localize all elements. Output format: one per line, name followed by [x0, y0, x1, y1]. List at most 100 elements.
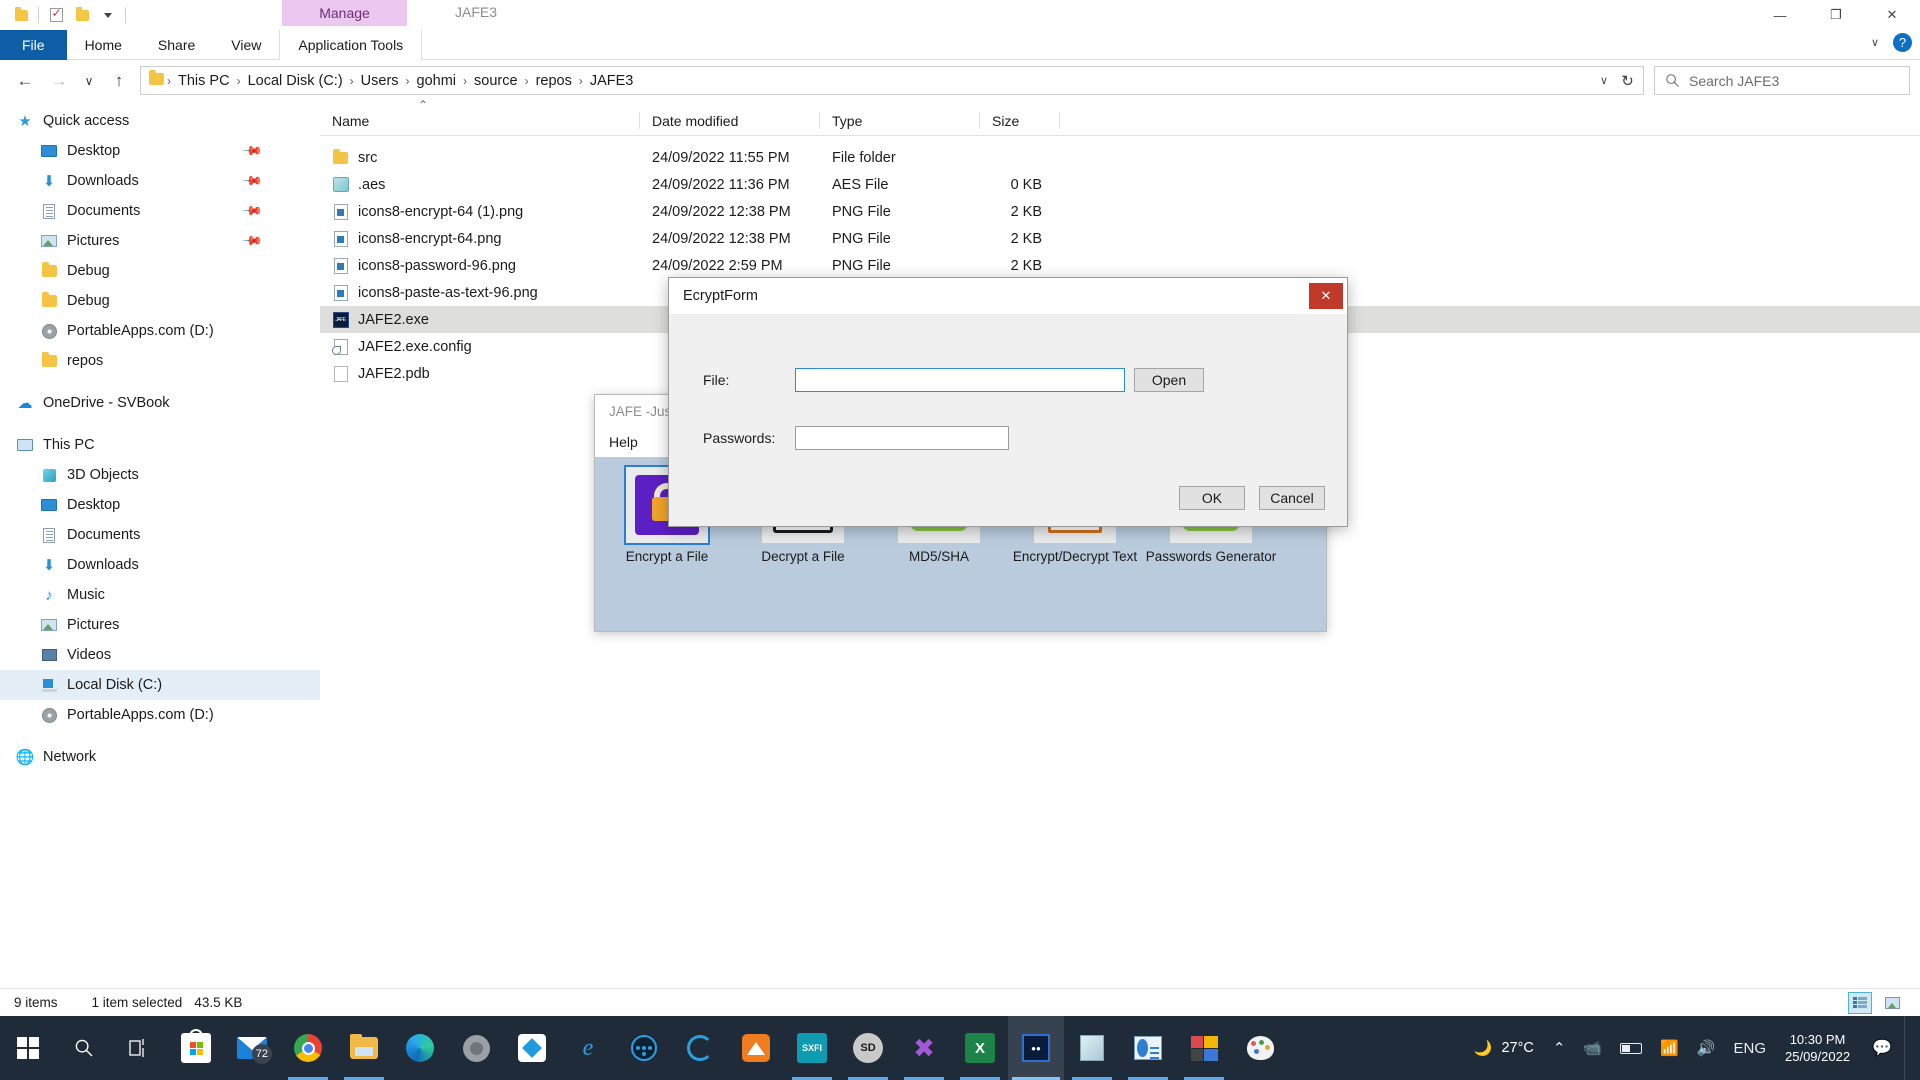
blue-diamond-app-icon[interactable] [504, 1016, 560, 1080]
table-row[interactable]: icons8-password-96.png 24/09/2022 2:59 P… [320, 252, 1920, 279]
sxfi-control-icon[interactable]: SXFI [784, 1016, 840, 1080]
notepad-icon[interactable] [1064, 1016, 1120, 1080]
table-row[interactable]: src 24/09/2022 11:55 PM File folder [320, 144, 1920, 171]
sd-gear-icon[interactable]: SD [840, 1016, 896, 1080]
table-row[interactable]: icons8-encrypt-64 (1).png 24/09/2022 12:… [320, 198, 1920, 225]
open-button[interactable]: Open [1134, 368, 1204, 392]
camera-icon[interactable]: 📹 [1574, 1016, 1611, 1080]
jafe-app-icon[interactable]: ●● [1008, 1016, 1064, 1080]
maximize-button[interactable]: ❐ [1808, 0, 1864, 30]
moon-cloud-icon[interactable]: 🌙 [1465, 1016, 1502, 1080]
notification-icon[interactable]: 💬 [1860, 1038, 1904, 1058]
menu-item-help[interactable]: Help [609, 434, 638, 450]
column-header-name[interactable]: ⌃ Name [320, 98, 640, 136]
grey-swirl-app-icon[interactable] [448, 1016, 504, 1080]
breadcrumb-jafe3[interactable]: JAFE3 [584, 73, 640, 89]
sidebar-item-downloads-pc[interactable]: ⬇ Downloads [0, 550, 320, 580]
microsoft-edge-icon[interactable] [392, 1016, 448, 1080]
sidebar-item-3d-objects[interactable]: 3D Objects [0, 460, 320, 490]
forward-button[interactable]: → [42, 68, 76, 94]
breadcrumb-source[interactable]: source [468, 73, 524, 89]
file-input[interactable] [795, 368, 1125, 392]
folder-properties-icon[interactable] [8, 3, 34, 27]
contextual-tab-manage[interactable]: Manage [282, 0, 407, 26]
sidebar-item-repos[interactable]: repos [0, 346, 320, 376]
breadcrumb-users[interactable]: Users [355, 73, 405, 89]
sidebar-item-pictures-pc[interactable]: Pictures [0, 610, 320, 640]
sidebar-item-desktop[interactable]: Desktop 📌 [0, 136, 320, 166]
breadcrumb-this-pc[interactable]: This PC [172, 73, 236, 89]
refresh-button[interactable]: ↻ [1612, 66, 1644, 95]
orange-triangle-app-icon[interactable] [728, 1016, 784, 1080]
sidebar-item-portableapps-d[interactable]: PortableApps.com (D:) [0, 316, 320, 346]
pin-icon[interactable]: 📌 [241, 200, 263, 223]
mail-icon[interactable]: 72 [224, 1016, 280, 1080]
sidebar-item-downloads[interactable]: ⬇ Downloads 📌 [0, 166, 320, 196]
properties-icon[interactable] [43, 3, 69, 27]
task-view-icon[interactable] [112, 1016, 168, 1080]
ok-button[interactable]: OK [1179, 486, 1245, 510]
sidebar-group-onedrive[interactable]: ☁ OneDrive - SVBook [0, 388, 320, 418]
pin-icon[interactable]: 📌 [241, 140, 263, 163]
paint-icon[interactable] [1232, 1016, 1288, 1080]
show-desktop-button[interactable] [1904, 1016, 1914, 1080]
sidebar-item-desktop-pc[interactable]: Desktop [0, 490, 320, 520]
tab-file[interactable]: File [0, 30, 67, 60]
microsoft-store-icon[interactable] [168, 1016, 224, 1080]
details-view-icon[interactable] [1848, 992, 1872, 1014]
sidebar-item-portableapps-d-pc[interactable]: PortableApps.com (D:) [0, 700, 320, 730]
search-input[interactable]: Search JAFE3 [1654, 66, 1910, 95]
table-row[interactable]: icons8-encrypt-64.png 24/09/2022 12:38 P… [320, 225, 1920, 252]
breadcrumb-local-disk[interactable]: Local Disk (C:) [242, 73, 349, 89]
help-icon[interactable]: ? [1893, 33, 1912, 52]
column-header-type[interactable]: Type [820, 106, 980, 136]
tab-share[interactable]: Share [140, 30, 213, 60]
close-icon[interactable]: ✕ [1309, 283, 1343, 309]
table-row[interactable]: .aes 24/09/2022 11:36 PM AES File 0 KB [320, 171, 1920, 198]
pin-icon[interactable]: 📌 [241, 170, 263, 193]
recent-locations-icon[interactable]: ∨ [76, 68, 102, 94]
sidebar-item-debug-1[interactable]: Debug [0, 256, 320, 286]
internet-explorer-icon[interactable]: e [560, 1016, 616, 1080]
search-taskbar-icon[interactable] [56, 1016, 112, 1080]
sidebar-group-this-pc[interactable]: This PC [0, 430, 320, 460]
passwords-input[interactable] [795, 426, 1009, 450]
column-header-date-modified[interactable]: Date modified [640, 106, 820, 136]
pin-icon[interactable]: 📌 [241, 230, 263, 253]
sidebar-item-documents-pc[interactable]: Documents [0, 520, 320, 550]
large-icons-view-icon[interactable] [1880, 992, 1904, 1014]
visual-studio-icon[interactable]: ✖ [896, 1016, 952, 1080]
windows-start-icon[interactable] [0, 1016, 56, 1080]
sidebar-group-quick-access[interactable]: ★ Quick access [0, 106, 320, 136]
ecrypt-form-dialog[interactable]: EcryptForm ✕ File: Open Passwords: OK Ca… [668, 277, 1348, 527]
sidebar-item-debug-2[interactable]: Debug [0, 286, 320, 316]
up-button[interactable]: ↑ [102, 68, 136, 94]
sidebar-group-network[interactable]: 🌐 Network [0, 742, 320, 772]
language-indicator[interactable]: ENG [1724, 1016, 1775, 1080]
cancel-button[interactable]: Cancel [1259, 486, 1325, 510]
new-folder-icon[interactable] [69, 3, 95, 27]
speaker-icon[interactable]: 🔊 [1688, 1016, 1725, 1080]
breadcrumb[interactable]: › This PC › Local Disk (C:) › Users › go… [140, 66, 1620, 95]
sidebar-item-local-disk-c[interactable]: Local Disk (C:) [0, 670, 320, 700]
battery-icon[interactable] [1611, 1016, 1651, 1080]
tab-view[interactable]: View [213, 30, 279, 60]
clock[interactable]: 10:30 PM 25/09/2022 [1775, 1031, 1860, 1065]
breadcrumb-gohmi[interactable]: gohmi [411, 73, 463, 89]
sidebar-item-documents[interactable]: Documents 📌 [0, 196, 320, 226]
chevron-up-icon[interactable]: ⌃ [1544, 1016, 1575, 1080]
breadcrumb-repos[interactable]: repos [530, 73, 578, 89]
close-button[interactable]: ✕ [1864, 0, 1920, 30]
wifi-icon[interactable]: 📶 [1651, 1016, 1688, 1080]
sidebar-item-music[interactable]: ♪ Music [0, 580, 320, 610]
google-chrome-icon[interactable] [280, 1016, 336, 1080]
tab-application-tools[interactable]: Application Tools [279, 30, 423, 60]
presentation-app-icon[interactable] [1120, 1016, 1176, 1080]
weather-temperature[interactable]: 27°C [1501, 1040, 1543, 1056]
tab-home[interactable]: Home [67, 30, 140, 60]
column-header-size[interactable]: Size [980, 106, 1060, 136]
sidebar-item-pictures[interactable]: Pictures 📌 [0, 226, 320, 256]
chevron-down-icon[interactable]: ∨ [1871, 36, 1879, 49]
sidebar-item-videos[interactable]: Videos [0, 640, 320, 670]
minimize-button[interactable]: — [1752, 0, 1808, 30]
